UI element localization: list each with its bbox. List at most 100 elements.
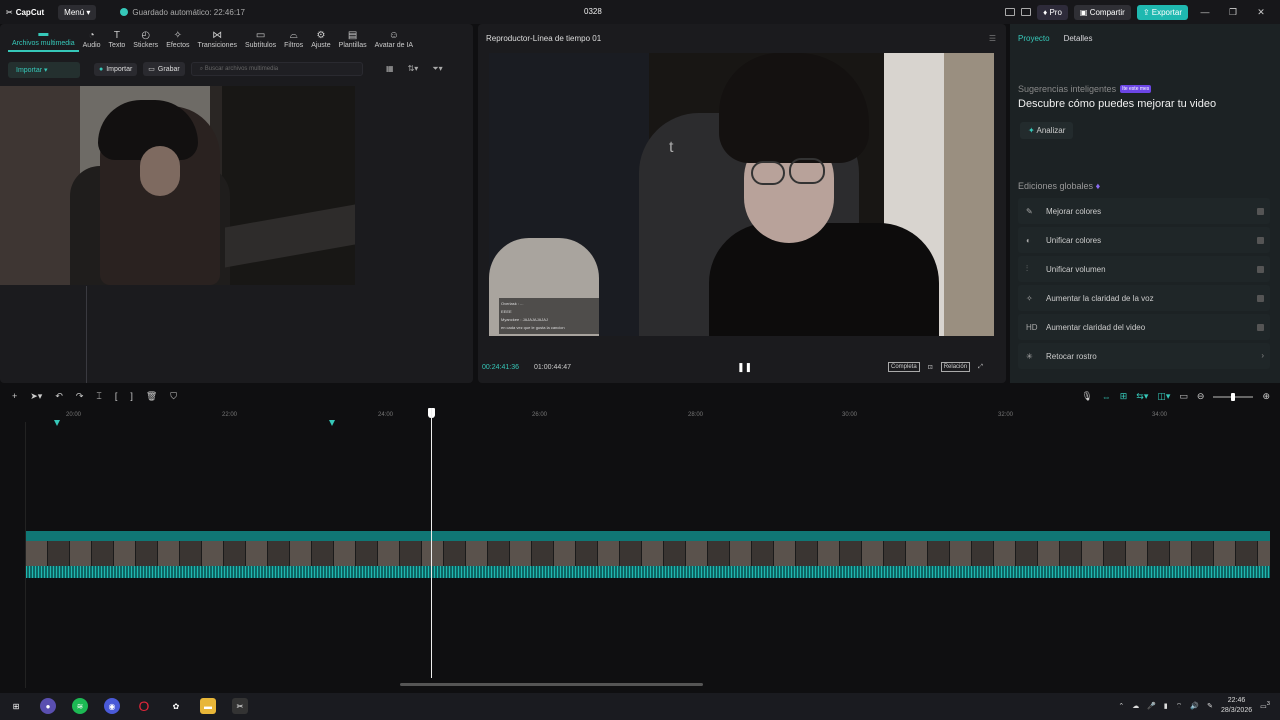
share-button[interactable]: ▣ Compartir	[1073, 4, 1131, 20]
tab-effects[interactable]: ✧ Efectos	[162, 30, 193, 52]
tab-details[interactable]: Detalles	[1064, 34, 1093, 43]
redo-icon[interactable]: ↷	[76, 391, 84, 402]
timeline-marker[interactable]	[329, 420, 335, 426]
trim-left-icon[interactable]: [	[115, 391, 118, 402]
zoom-in-icon[interactable]: ⊕	[1262, 391, 1270, 402]
timeline-ruler[interactable]: 20:00 22:00 24:00 26:00 28:00 30:00 32:0…	[26, 408, 1280, 422]
spotify-icon[interactable]: ≋	[72, 698, 88, 714]
tab-media[interactable]: ▬ Archivos multimedia	[8, 28, 79, 52]
pro-button[interactable]: ♦ Pro	[1037, 4, 1068, 20]
zoom-slider[interactable]	[1213, 392, 1254, 401]
clip-frame	[1104, 541, 1126, 566]
chevron-up-icon[interactable]: ⌃	[1118, 702, 1124, 710]
tab-stickers[interactable]: ◴ Stickers	[129, 30, 162, 52]
toggle[interactable]	[1257, 208, 1264, 215]
caption-icon[interactable]: ▭	[1179, 391, 1188, 402]
toggle[interactable]	[1257, 295, 1264, 302]
video-preview[interactable]: t Overlask : ... EEEE Myanckee : JAJAJAJ…	[489, 53, 994, 336]
tab-templates[interactable]: ▤ Plantillas	[335, 30, 371, 52]
link-icon[interactable]: ⇔	[1102, 392, 1111, 402]
video-clarity-item[interactable]: HD Aumentar claridad del video	[1018, 314, 1270, 340]
timeline-tools-right: 🎙 ⇔ ⊞ ⇆▾ ◫▾ ▭ ⊖ ⊕	[1081, 391, 1270, 402]
clock[interactable]: 22:46 28/3/2026	[1221, 696, 1252, 716]
timeline-marker[interactable]	[54, 420, 60, 426]
magnet-icon[interactable]: ⊞	[1120, 391, 1128, 402]
pause-icon[interactable]: ❚❚	[737, 362, 752, 373]
pen-icon[interactable]: ✎	[1207, 702, 1213, 710]
toggle[interactable]	[1257, 237, 1264, 244]
timeline-scrollbar[interactable]	[400, 683, 703, 686]
player-menu-icon[interactable]: ☰	[989, 34, 996, 43]
clip-frame	[928, 541, 950, 566]
properties-panel: Proyecto Detalles Sugerencias inteligent…	[1010, 24, 1280, 383]
tab-text[interactable]: T Texto	[105, 30, 130, 52]
import-button[interactable]: ● Importar	[94, 62, 138, 76]
add-icon[interactable]: +	[12, 391, 17, 402]
voice-clarity-item[interactable]: ✧ Aumentar la claridad de la voz	[1018, 285, 1270, 311]
toggle[interactable]	[1257, 266, 1264, 273]
layout-icon[interactable]	[1005, 8, 1016, 16]
zoom-out-icon[interactable]: ⊖	[1197, 391, 1205, 402]
ratio-button[interactable]: Relación	[940, 362, 971, 372]
preview-axis-icon[interactable]: ◫▾	[1157, 391, 1170, 402]
record-button[interactable]: ▭ Grabar	[143, 62, 185, 76]
grid-view-icon[interactable]: ▦	[386, 64, 394, 74]
microphone-icon[interactable]: 🎙	[1081, 391, 1092, 402]
tab-audio[interactable]: ◔ Audio	[79, 30, 105, 52]
maximize-icon[interactable]: ❐	[1222, 7, 1244, 18]
network-app-icon[interactable]: ☁	[1132, 702, 1139, 710]
minimize-icon[interactable]: —	[1194, 7, 1216, 17]
capcut-taskbar-icon[interactable]: ✂	[232, 698, 248, 714]
menu-button[interactable]: Menú ▾	[58, 4, 97, 20]
toggle[interactable]	[1257, 324, 1264, 331]
tab-project[interactable]: Proyecto	[1018, 34, 1050, 43]
sidebar-item-import[interactable]: Importar ▾	[8, 62, 80, 78]
analyze-button[interactable]: ✦ Analizar	[1020, 122, 1074, 139]
tab-subtitles[interactable]: ▭ Subtítulos	[241, 30, 280, 52]
clip-frame	[774, 541, 796, 566]
battery-icon[interactable]: ▮	[1164, 702, 1168, 710]
search-input[interactable]: ⌕ Buscar archivos multimedia	[190, 62, 363, 76]
media-thumbnail[interactable]	[0, 86, 355, 285]
mic-icon[interactable]: 🎤	[1147, 702, 1156, 710]
clip-frame	[1258, 541, 1270, 566]
unify-volume-item[interactable]: ⫶ Unificar volumen	[1018, 256, 1270, 282]
sort-icon[interactable]: ⇅▾	[408, 64, 419, 74]
file-explorer-icon[interactable]: ▬	[200, 698, 216, 714]
snap-icon[interactable]: ⇆▾	[1136, 391, 1148, 402]
chatgpt-icon[interactable]: ✿	[168, 698, 184, 714]
volume-tray-icon[interactable]: 🔊	[1190, 702, 1199, 710]
enhance-colors-item[interactable]: ✎ Mejorar colores	[1018, 198, 1270, 224]
tab-ai-avatar[interactable]: ☺ Avatar de IA	[371, 30, 417, 52]
undo-icon[interactable]: ↶	[55, 391, 63, 402]
filter-icon[interactable]: ⏷▾	[432, 64, 442, 74]
app-icon[interactable]: ●	[40, 698, 56, 714]
tab-adjust[interactable]: ⚙ Ajuste	[307, 30, 334, 52]
select-tool-icon[interactable]: ➤▾	[30, 391, 42, 402]
marker-icon[interactable]: ⛉	[170, 391, 177, 402]
video-track-clip[interactable]	[26, 531, 1270, 578]
tab-transitions[interactable]: ⋈ Transiciones	[194, 30, 241, 52]
split-icon[interactable]: ⌶	[96, 391, 101, 402]
close-icon[interactable]: ✕	[1250, 7, 1272, 18]
crop-icon[interactable]: ⊡	[928, 364, 933, 371]
export-button[interactable]: ⇪ Exportar	[1136, 4, 1188, 20]
ruler-tick: 28:00	[688, 412, 704, 418]
full-quality-button[interactable]: Completa	[888, 362, 920, 372]
delete-icon[interactable]: 🗑	[146, 391, 157, 402]
notification-icon[interactable]: ▭3	[1260, 701, 1270, 710]
windows-start-icon[interactable]: ⊞	[8, 698, 24, 714]
retouch-face-item[interactable]: ✳ Retocar rostro ›	[1018, 343, 1270, 369]
playhead[interactable]	[431, 408, 432, 678]
trim-right-icon[interactable]: ]	[130, 391, 133, 402]
global-edits-list: ✎ Mejorar colores ◐ Unificar colores ⫶ Unif…	[1018, 198, 1270, 372]
fullscreen-icon[interactable]: ⤢	[978, 364, 983, 371]
keyboard-icon[interactable]	[1021, 8, 1032, 16]
unify-colors-item[interactable]: ◐ Unificar colores	[1018, 227, 1270, 253]
wifi-icon[interactable]: ⌔	[1176, 702, 1183, 711]
clip-frame	[1038, 541, 1060, 566]
tab-filters[interactable]: ⌓ Filtros	[280, 30, 307, 52]
overlay-text: t	[669, 139, 674, 156]
opera-icon[interactable]: O	[136, 698, 152, 714]
messenger-icon[interactable]: ◉	[104, 698, 120, 714]
